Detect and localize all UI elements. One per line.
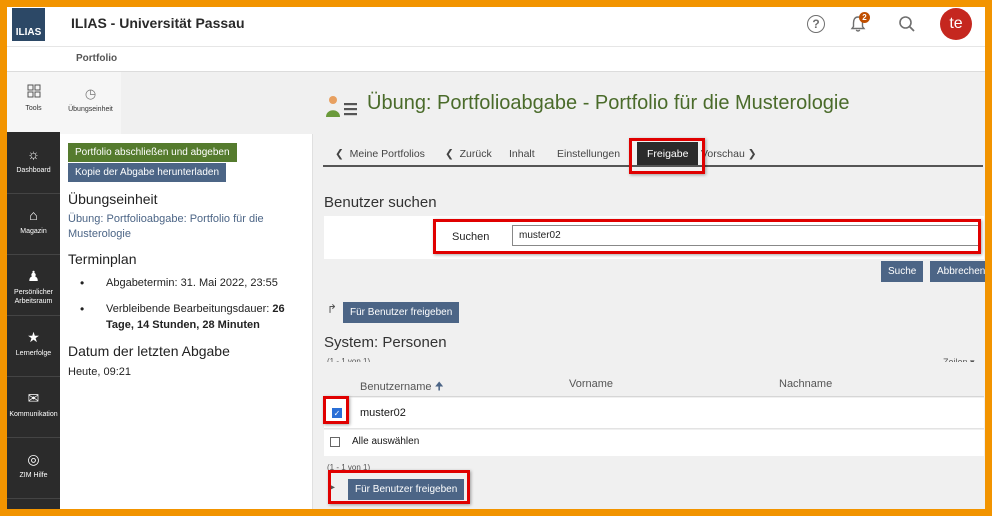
tab-preview[interactable]: Vorschau ❯ (701, 148, 757, 160)
col-username[interactable]: Benutzername 🠉 (360, 378, 444, 397)
search-icon[interactable] (894, 11, 920, 37)
browser-frame: ILIAS ILIAS - Universität Passau ? 2 te … (7, 7, 985, 509)
table-row: ✓ muster02 (324, 398, 984, 429)
schedule-heading: Terminplan (68, 251, 137, 267)
main-content: Übung: Portfolioabgabe - Portfolio für d… (313, 72, 985, 509)
cancel-button[interactable]: Abbrechen (930, 261, 985, 282)
highlight-row-checkbox (323, 396, 349, 424)
slate-content: Portfolio abschließen und abgeben Kopie … (68, 142, 306, 378)
last-submission-heading: Datum der letzten Abgabe (68, 343, 230, 359)
user-avatar[interactable]: te (940, 8, 972, 40)
tool-slate: ◷ Übungseinheit Portfolio abschließen un… (60, 72, 313, 509)
breadcrumb-portfolio[interactable]: Portfolio (76, 53, 117, 64)
tab-my-portfolios[interactable]: ❮ Meine Portfolios (335, 148, 425, 160)
bank-icon: ⌂ (29, 207, 38, 223)
action-row-top: ↱ Für Benutzer freigeben (324, 297, 984, 325)
col-firstname[interactable]: Vorname (569, 378, 613, 390)
unit-heading: Übungseinheit (68, 191, 158, 207)
highlight-share-button (328, 470, 470, 504)
clock-icon: ◷ (84, 86, 97, 101)
row-username: muster02 (360, 407, 406, 419)
portfolio-icon (325, 95, 361, 119)
mainbar-item-workspace[interactable]: ♟ Persönlicher Arbeitsraum (7, 256, 60, 316)
search-button[interactable]: Suche (881, 261, 924, 282)
page-title: Übung: Portfolioabgabe - Portfolio für d… (367, 92, 850, 114)
mainbar-item-kommunikation[interactable]: ✉ Kommunikation (7, 378, 60, 438)
dashboard-icon: ☼ (27, 146, 40, 162)
tab-settings[interactable]: Einstellungen (557, 148, 620, 160)
breadcrumb-bar: Portfolio (7, 47, 985, 72)
highlight-share-tab (629, 138, 705, 174)
notification-bell-icon[interactable]: 2 (845, 11, 871, 37)
schedule-list: Abgabetermin: 31. Mai 2022, 23:55 Verble… (68, 275, 306, 333)
remaining-item: Verbleibende Bearbeitungsdauer: 26 Tage,… (68, 301, 306, 333)
table-header: Benutzername 🠉 Vorname Nachname (324, 362, 984, 397)
results-heading: System: Personen (324, 334, 447, 351)
slate-tab-uebungseinheit[interactable]: ◷ Übungseinheit (60, 72, 121, 134)
deadline-item: Abgabetermin: 31. Mai 2022, 23:55 (68, 275, 306, 291)
col-lastname[interactable]: Nachname (779, 378, 832, 390)
help-icon[interactable]: ? (803, 11, 829, 37)
slate-tab-strip (121, 72, 313, 134)
main-bar: Tools ☼ Dashboard ⌂ Magazin ♟ Persönlich… (7, 72, 60, 509)
select-all-checkbox[interactable] (330, 437, 340, 447)
trophy-icon: ★ (27, 329, 40, 345)
select-all-row: Alle auswählen (324, 430, 984, 456)
tab-back[interactable]: ❮ Zurück (445, 148, 492, 160)
notification-badge: 2 (859, 12, 870, 23)
top-bar: ILIAS ILIAS - Universität Passau ? 2 te (7, 7, 985, 47)
share-with-users-button-top[interactable]: Für Benutzer freigeben (343, 302, 460, 323)
tab-content[interactable]: Inhalt (509, 148, 535, 160)
finish-portfolio-button[interactable]: Portfolio abschließen und abgeben (68, 143, 237, 162)
unit-link[interactable]: Übung: Portfolioabgabe: Portfolio für di… (68, 212, 306, 242)
search-heading: Benutzer suchen (324, 194, 437, 211)
mainbar-item-zim-hilfe[interactable]: ◎ ZIM Hilfe (7, 439, 60, 499)
mainbar-item-magazin[interactable]: ⌂ Magazin (7, 195, 60, 255)
chat-icon: ✉ (27, 390, 40, 406)
select-all-label: Alle auswählen (352, 436, 420, 447)
highlight-search-field (433, 219, 981, 254)
person-icon: ♟ (27, 268, 40, 284)
mainbar-item-lernerfolge[interactable]: ★ Lernerfolge (7, 317, 60, 377)
ilias-logo[interactable]: ILIAS (12, 8, 45, 41)
sort-up-icon: 🠉 (434, 381, 444, 393)
lifebuoy-icon: ◎ (27, 451, 40, 467)
grid-icon (7, 84, 60, 100)
app-title[interactable]: ILIAS - Universität Passau (71, 15, 245, 31)
arrow-up-right-icon: ↱ (327, 302, 338, 316)
download-copy-button[interactable]: Kopie der Abgabe herunterladen (68, 163, 227, 182)
mainbar-item-tools[interactable]: Tools (7, 72, 60, 132)
mainbar-item-dashboard[interactable]: ☼ Dashboard (7, 134, 60, 194)
last-submission-value: Heute, 09:21 (68, 366, 131, 378)
